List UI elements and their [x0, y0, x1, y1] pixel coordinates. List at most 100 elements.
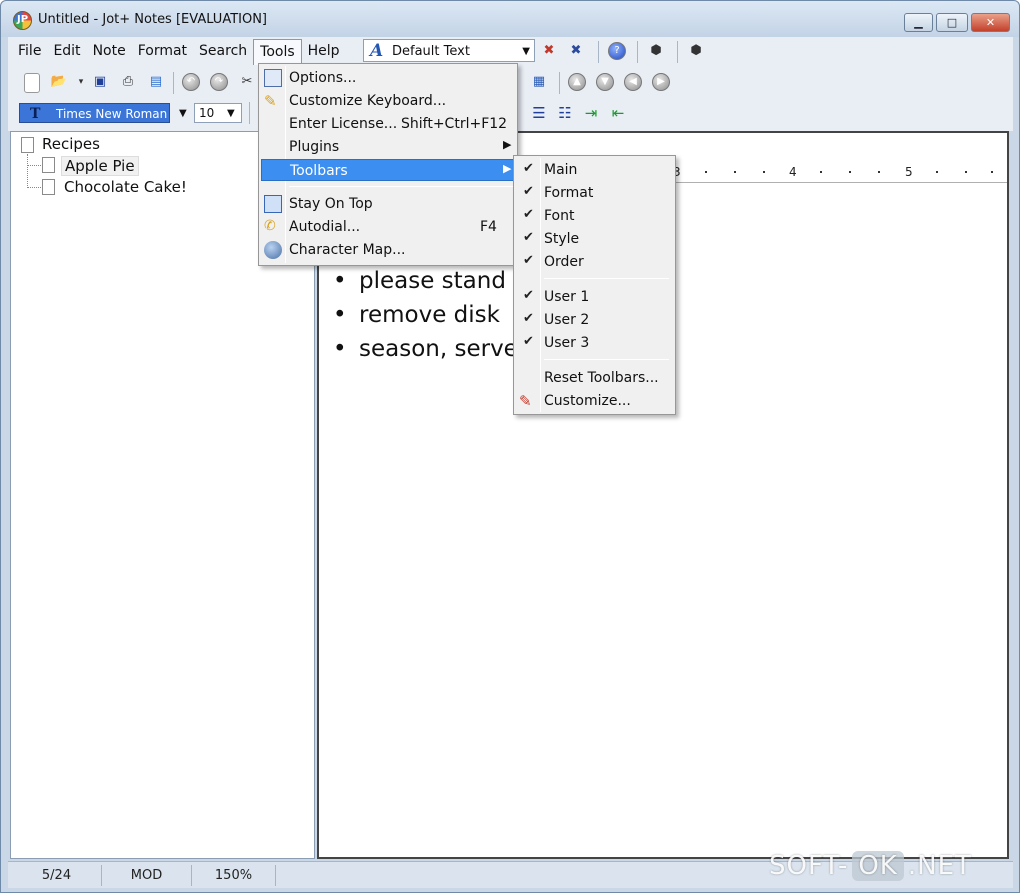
menu-search[interactable]: Search	[193, 39, 253, 65]
outdent-icon[interactable]: ⇤	[608, 103, 628, 123]
chevron-down-icon[interactable]: ▼	[227, 108, 235, 119]
menu-item-label: Customize Keyboard...	[289, 93, 447, 109]
move-up-icon[interactable]: ▲	[568, 73, 586, 91]
menu-item-autodial[interactable]: ✆ Autodial... F4	[261, 216, 515, 238]
watermark-text: SOFT-	[769, 851, 849, 881]
app-window: JP Untitled - Jot+ Notes [EVALUATION] ▁ …	[0, 0, 1020, 893]
menu-item-label: Format	[544, 185, 594, 201]
ruler-tick	[936, 171, 938, 173]
move-down-icon[interactable]: ▼	[596, 73, 614, 91]
menu-item-label: Toolbars	[290, 163, 348, 179]
maximize-button[interactable]: □	[936, 13, 968, 32]
bullet-item[interactable]: • please stand by	[333, 268, 541, 294]
menu-item-label: Autodial...	[289, 219, 361, 235]
title-bar[interactable]: JP Untitled - Jot+ Notes [EVALUATION] ▁ …	[1, 1, 1019, 37]
bullet-text: remove disk	[359, 302, 500, 328]
font-name-value: Times New Roman	[56, 107, 168, 121]
redo-icon[interactable]: ↷	[210, 73, 228, 91]
menu-item-plugins[interactable]: Plugins ▶	[261, 136, 515, 158]
submenu-item-user-2[interactable]: ✔ User 2	[516, 309, 673, 331]
tree-item-chocolate-cake[interactable]: Chocolate Cake!	[64, 178, 187, 196]
open-folder-icon[interactable]: 📂	[49, 72, 69, 92]
note-tree-icon[interactable]: ▦	[529, 72, 549, 92]
menu-item-enter-license[interactable]: Enter License... Shift+Ctrl+F12	[261, 113, 515, 135]
style-remove-icon[interactable]: ✖	[539, 41, 559, 61]
style-combo[interactable]: A Default Text ▼	[363, 39, 535, 62]
font-size-combo[interactable]: 10 ▼	[194, 103, 242, 123]
menu-item-label: User 3	[544, 335, 590, 351]
font-name-combo[interactable]: T Times New Roman ▼	[19, 103, 191, 123]
menu-file[interactable]: File	[12, 39, 47, 65]
menu-item-customize-keyboard[interactable]: ✎ Customize Keyboard...	[261, 90, 515, 112]
submenu-item-font[interactable]: ✔ Font	[516, 205, 673, 227]
submenu-item-user-1[interactable]: ✔ User 1	[516, 286, 673, 308]
ruler-tick	[763, 171, 765, 173]
move-left-icon[interactable]: ◀	[624, 73, 642, 91]
bullet-item[interactable]: • season, serve a	[333, 336, 539, 362]
menu-item-shortcut: Shift+Ctrl+F12	[401, 116, 508, 132]
save-icon[interactable]: ▣	[90, 72, 110, 92]
indent-icon[interactable]: ⇥	[581, 103, 601, 123]
check-icon: ✔	[523, 311, 534, 326]
new-note-icon[interactable]	[24, 73, 40, 93]
tree-item-apple-pie[interactable]: Apple Pie	[61, 156, 139, 176]
undo-icon[interactable]: ↶	[182, 73, 200, 91]
menu-item-stay-on-top[interactable]: Stay On Top	[261, 193, 515, 215]
options-icon	[264, 69, 282, 87]
menu-help[interactable]: Help	[302, 39, 346, 65]
submenu-item-order[interactable]: ✔ Order	[516, 251, 673, 273]
chevron-right-icon: ▶	[503, 138, 512, 151]
menu-item-label: Order	[544, 254, 584, 270]
submenu-item-style[interactable]: ✔ Style	[516, 228, 673, 250]
menu-item-label: User 2	[544, 312, 590, 328]
ruler-tick	[734, 171, 736, 173]
submenu-item-format[interactable]: ✔ Format	[516, 182, 673, 204]
cut-icon[interactable]: ✂	[237, 72, 257, 92]
submenu-item-user-3[interactable]: ✔ User 3	[516, 332, 673, 354]
submenu-item-customize[interactable]: ✎ Customize...	[516, 390, 673, 412]
watermark-text: OK	[852, 851, 904, 881]
character-map-icon	[264, 241, 282, 259]
menu-bar: File Edit Note Format Search Tools Help	[12, 39, 346, 65]
submenu-item-main[interactable]: ✔ Main	[516, 159, 673, 181]
bullet-item[interactable]: • remove disk	[333, 302, 500, 328]
close-button[interactable]: ✕	[971, 13, 1010, 32]
menu-tools[interactable]: Tools	[253, 39, 302, 65]
menu-note[interactable]: Note	[87, 39, 132, 65]
move-right-icon[interactable]: ▶	[652, 73, 670, 91]
menu-item-label: Enter License...	[289, 116, 398, 132]
status-mode: MOD	[102, 865, 192, 886]
chevron-down-icon[interactable]: ▼	[522, 46, 530, 57]
chevron-down-icon[interactable]: ▼	[179, 108, 187, 119]
numbered-list-icon[interactable]: ☷	[555, 103, 575, 123]
menu-item-label: Character Map...	[289, 242, 406, 258]
plugin-icon[interactable]: ⬢	[646, 41, 666, 61]
status-zoom: 150%	[192, 865, 276, 886]
submenu-item-reset-toolbars[interactable]: Reset Toolbars...	[516, 367, 673, 389]
toolbar-separator	[173, 72, 174, 94]
toolbar-separator	[598, 41, 599, 63]
print-preview-icon[interactable]: ▤	[146, 72, 166, 92]
minimize-button[interactable]: ▁	[904, 13, 933, 32]
watermark: SOFT- OK .NET	[769, 851, 972, 889]
style-apply-icon[interactable]: ✖	[566, 41, 586, 61]
menu-item-options[interactable]: Options...	[261, 67, 515, 89]
menu-format[interactable]: Format	[132, 39, 193, 65]
app-icon[interactable]: JP	[13, 11, 32, 30]
font-name-selection[interactable]: T Times New Roman	[19, 103, 170, 123]
help-icon[interactable]: ?	[608, 42, 626, 60]
tree-item-recipes[interactable]: Recipes	[42, 135, 100, 153]
menu-item-label: User 1	[544, 289, 590, 305]
window-title: Untitled - Jot+ Notes [EVALUATION]	[38, 12, 268, 27]
bullet-list-icon[interactable]: ☰	[529, 103, 549, 123]
toolbar-separator	[249, 102, 250, 124]
menu-edit[interactable]: Edit	[47, 39, 86, 65]
print-icon[interactable]: ⎙	[118, 72, 138, 92]
menu-item-toolbars[interactable]: Toolbars ▶	[261, 159, 515, 181]
chevron-down-icon[interactable]: ▾	[71, 72, 91, 92]
check-icon: ✔	[523, 207, 534, 222]
menu-item-label: Customize...	[544, 393, 631, 409]
check-icon: ✔	[523, 184, 534, 199]
plugin-icon-2[interactable]: ⬢	[686, 41, 706, 61]
menu-item-character-map[interactable]: Character Map...	[261, 239, 515, 261]
